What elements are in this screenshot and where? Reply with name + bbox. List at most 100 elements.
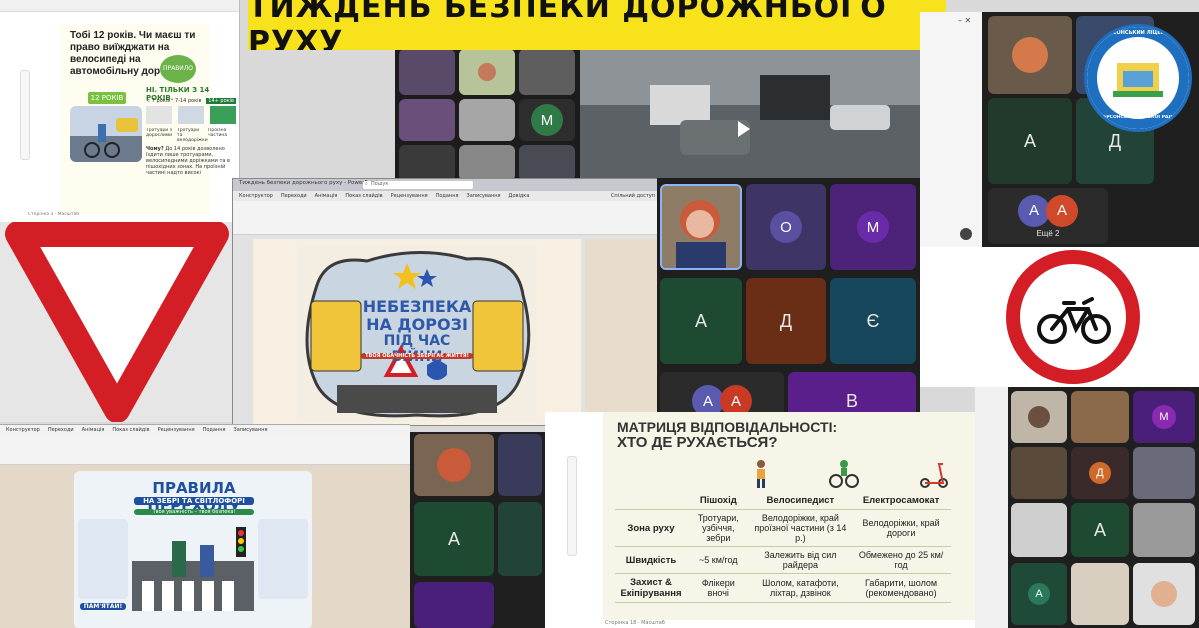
col-header: Електросамокат (851, 492, 951, 510)
tab-design[interactable]: Конструктор (6, 427, 40, 433)
participant-tile-a: А (660, 278, 742, 364)
poster-line1: НЕБЕЗПЕКА (362, 297, 472, 316)
participant-tile-d: Д (746, 278, 826, 364)
cyclist-illustration (70, 106, 142, 162)
scooter-icon (920, 463, 948, 488)
avatar: М (531, 104, 563, 136)
avatar: Д (1089, 462, 1111, 484)
rule-badge: ПРАВИЛО (160, 55, 196, 83)
more-count: Ещё 2 (1036, 228, 1060, 238)
col1-body: Тротуари з дорослими (146, 128, 173, 138)
ribbon-tabs: Конструктор Переходи Анімація Показ слай… (0, 425, 410, 435)
table-cell: Шолом, катафоти, ліхтар, дзвінок (749, 573, 852, 603)
poster-line2: НА ДОРОЗІ (366, 315, 468, 334)
no-bicycles-icon (1006, 250, 1140, 384)
tab-view[interactable]: Подання (203, 427, 226, 433)
avatar-letter: М (1159, 411, 1169, 423)
table-row: Швидкість ~5 км/год Залежить від сил рай… (615, 546, 951, 574)
avatar: А (1046, 194, 1078, 227)
avatar-letter: М (866, 218, 880, 236)
participant-tile-a: А (1071, 503, 1129, 557)
whiteboard-toolbar[interactable] (567, 456, 577, 556)
participant-tile-o: О (746, 184, 826, 270)
video-call-bottom-center: А (410, 432, 545, 628)
participant-video (1133, 503, 1195, 557)
avatar-letter: М (540, 111, 554, 129)
participant-video (459, 145, 515, 181)
whiteboard-toolbar[interactable] (20, 70, 30, 160)
row-label: Швидкість (615, 546, 687, 574)
participant-video (1011, 391, 1067, 443)
participant-tile-a: А (414, 502, 494, 576)
poster-subtitle: ТВОЯ ОБАЧНІСТЬ ЗБЕРІГАЄ ЖИТТЯ! (361, 353, 473, 359)
col3-head: 14+ років (206, 98, 236, 104)
participant-tile-m: М (830, 184, 916, 270)
slide-title-line2: ХТО ДЕ РУХАЄТЬСЯ? (617, 434, 778, 451)
pedestrian-icon (757, 460, 765, 488)
powerpoint-window: Тиждень безпеки дорожнього руху - PowerP… (232, 178, 660, 426)
poster-tagline: Твоя уважність – твоя безпека! (134, 509, 254, 515)
slide-title-line1: МАТРИЦЯ ВІДПОВІДАЛЬНОСТІ: (617, 420, 838, 435)
participant-video (399, 49, 455, 95)
table-cell: Тротуари, узбіччя, зебри (687, 509, 750, 547)
tab-record[interactable]: Записування (233, 427, 267, 433)
col2-head: 7-14 років (174, 98, 202, 104)
tab-help[interactable]: Довідка (509, 193, 530, 199)
slide-canvas[interactable]: НЕБЕЗПЕКА НА ДОРОЗІ ПІД ЧАС ВІЙНИ ТВОЯ О… (253, 239, 581, 425)
table-cell: Залежить від сил райдера (749, 546, 852, 574)
crest-line1: ХЕРСОНСЬКИЙ ЛІЦЕЙ №5 (1101, 30, 1177, 36)
participant-video (459, 99, 515, 141)
tab-slideshow[interactable]: Показ слайдів (345, 193, 382, 199)
table-row: Захист & Екіпірування Флікери вночі Шоло… (615, 573, 951, 603)
school-crest: ХЕРСОНСЬКИЙ ЛІЦЕЙ №5 ХЕРСОНСЬКОЇ МІСЬКОЇ… (1084, 24, 1192, 132)
participant-tile-m: М (1133, 391, 1195, 443)
cyclist-icon (829, 460, 859, 488)
share-button[interactable]: Спільний доступ (611, 193, 655, 199)
avatar: М (857, 211, 889, 243)
ribbon-tabs: Конструктор Переходи Анімація Показ слай… (233, 191, 659, 201)
avatar: А (1028, 583, 1050, 605)
avatar-letter: А (730, 392, 741, 410)
participant-tile-a-2: А (1011, 563, 1067, 625)
avatar-letter: Д (1096, 467, 1104, 479)
home-icon[interactable] (960, 228, 972, 240)
search-box[interactable]: ⌕ Пошук (363, 181, 473, 189)
slide-cycling-age: Тобі 12 років. Чи маєш ти право виїжджат… (0, 0, 240, 222)
tab-design[interactable]: Конструктор (239, 193, 273, 199)
banner-title: ТИЖДЕНЬ БЕЗПЕКИ ДОРОЖНЬОГО РУХУ (248, 0, 887, 50)
tab-slideshow[interactable]: Показ слайдів (112, 427, 149, 433)
ribbon-toolbar[interactable] (0, 435, 410, 465)
tab-view[interactable]: Подання (436, 193, 459, 199)
tab-transitions[interactable]: Переходи (281, 193, 307, 199)
slide-footer: Сторінка 3 · Масштаб (28, 212, 80, 217)
tab-transitions[interactable]: Переходи (48, 427, 74, 433)
tab-animation[interactable]: Анімація (315, 193, 338, 199)
play-icon[interactable] (738, 121, 750, 137)
table-cell: Габарити, шолом (рекомендовано) (851, 573, 951, 603)
tab-animation[interactable]: Анімація (82, 427, 105, 433)
video-highway[interactable] (580, 45, 920, 185)
window-controls[interactable]: – ✕ (958, 16, 978, 24)
participant-video (498, 502, 542, 576)
participant-video (519, 145, 575, 181)
responsibility-table: Пішохід Велосипедист Електросамокат Зона… (615, 492, 951, 603)
row-label: Зона руху (615, 509, 687, 547)
ribbon-toolbar[interactable] (233, 201, 659, 235)
participant-tile-ye: Є (830, 278, 916, 364)
participant-tile-a: А (988, 98, 1072, 184)
yield-sign-panel (0, 222, 232, 422)
tab-record[interactable]: Записування (466, 193, 500, 199)
participant-tile-m: М (519, 99, 575, 141)
search-placeholder: Пошук (371, 181, 389, 187)
participant-video (1133, 563, 1195, 625)
tab-review[interactable]: Рецензування (158, 427, 195, 433)
tab-review[interactable]: Рецензування (391, 193, 428, 199)
slide-footer: Сторінка 18 · Масштаб (605, 620, 665, 626)
poster-line3: ПІД ЧАС ВІЙНИ (383, 333, 451, 365)
avatar-letter: А (694, 310, 707, 331)
more-participants-tile[interactable]: А А Ещё 2 (988, 188, 1108, 244)
avatar-letter: А (1023, 130, 1036, 151)
participant-video (498, 434, 542, 496)
age-badge: 12 РОКІВ (88, 92, 126, 104)
col2-body: Тротуари та велодоріжки (177, 128, 208, 143)
